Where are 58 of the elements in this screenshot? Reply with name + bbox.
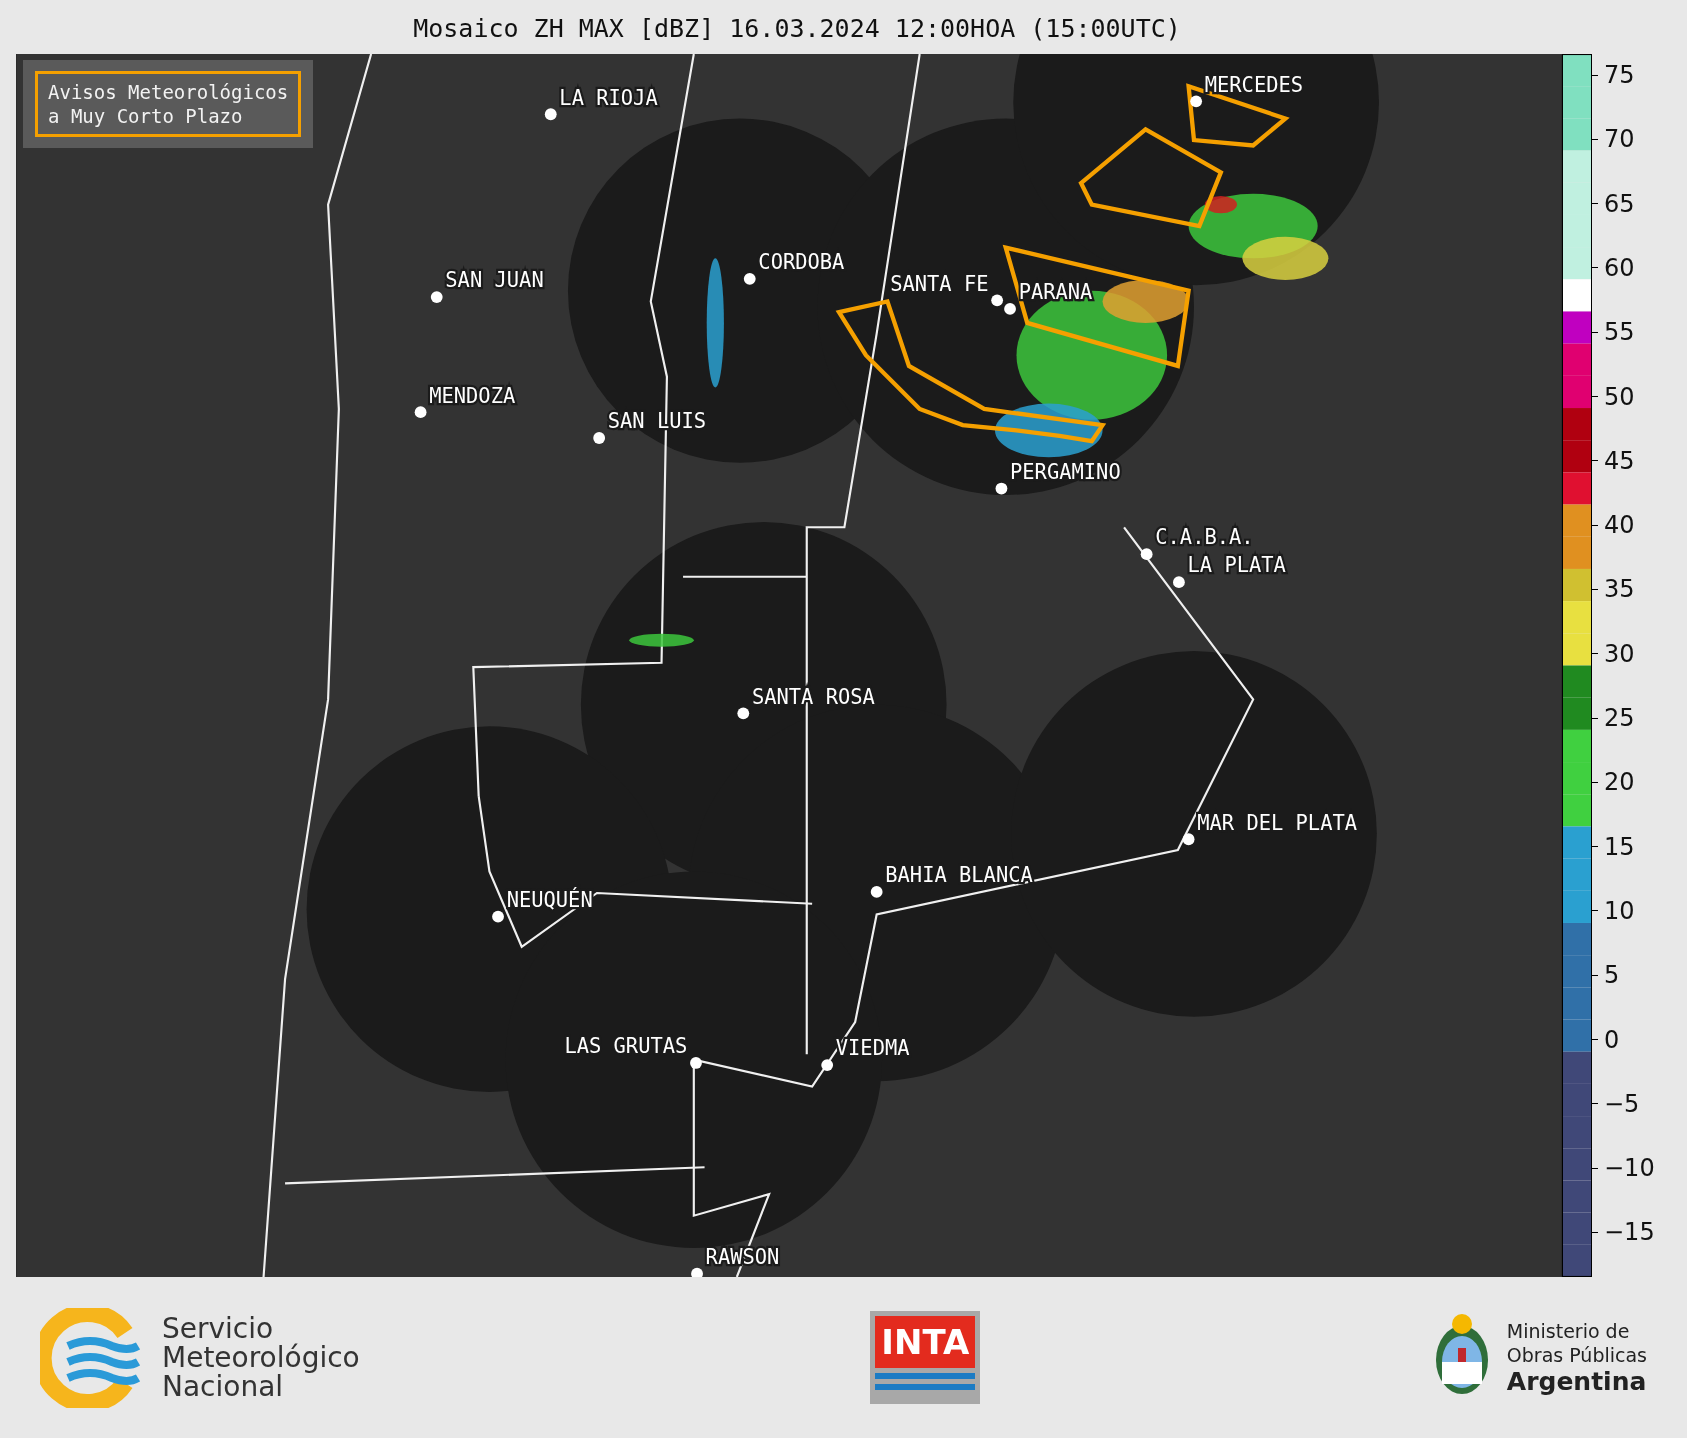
city-dot	[544, 108, 557, 121]
scale-tick-label: 45	[1604, 446, 1635, 475]
agency-name: Servicio Meteorológico Nacional	[162, 1314, 360, 1401]
city-dot	[991, 294, 1004, 307]
scale-tick-label: −10	[1604, 1154, 1655, 1183]
city-label: LA RIOJA	[559, 85, 658, 110]
scale-tick-label: −15	[1604, 1218, 1655, 1247]
city-dot	[593, 432, 606, 444]
scale-tick-label: 20	[1604, 768, 1635, 797]
city-dot	[1190, 95, 1203, 108]
city-dot	[743, 272, 756, 285]
scale-tick-label: 5	[1604, 961, 1620, 990]
city-label: CORDOBA	[758, 250, 845, 275]
map-title: Mosaico ZH MAX [dBZ] 16.03.2024 12:00HOA (15:00UTC)	[412, 13, 1182, 45]
city-dot	[414, 406, 427, 419]
city-dot	[690, 1057, 702, 1069]
city-label: C.A.B.A.	[1155, 525, 1254, 550]
legend-label: Avisos Meteorológicos a Muy Corto Plazo	[35, 71, 302, 137]
city-dot	[1182, 833, 1195, 846]
scale-tick-label: 30	[1604, 639, 1635, 668]
scale-tick-label: 75	[1604, 61, 1635, 89]
city-dot	[737, 707, 750, 720]
city-label: VIEDMA	[835, 1036, 910, 1061]
inta-logo: INTA	[870, 1311, 981, 1404]
scale-tick-label: 65	[1604, 189, 1635, 218]
scale-tick-label: 60	[1604, 253, 1635, 282]
scale-tick-label: 40	[1604, 511, 1635, 540]
city-label: LAS GRUTAS	[564, 1034, 688, 1059]
city-dot	[492, 910, 504, 923]
city-dot	[995, 482, 1008, 495]
scale-tick-label: 15	[1604, 832, 1635, 861]
city-label: SANTA FE	[890, 271, 989, 296]
country-name: Argentina	[1506, 1367, 1647, 1396]
city-label: LA PLATA	[1187, 553, 1286, 578]
city-label: PERGAMINO	[1010, 459, 1121, 484]
radar-echo	[629, 633, 694, 647]
scale-tick-label: 50	[1604, 382, 1635, 411]
city-label: MENDOZA	[429, 383, 516, 408]
scale-tick-label: 35	[1604, 575, 1635, 604]
city-dot	[870, 886, 883, 898]
city-label: MAR DEL PLATA	[1197, 810, 1358, 835]
city-dot	[1140, 548, 1153, 561]
scale-tick-label: 0	[1604, 1025, 1620, 1054]
city-dot	[821, 1059, 834, 1071]
scale-tick-label: −5	[1604, 1089, 1640, 1118]
city-label: BAHIA BLANCA	[885, 863, 1033, 888]
scale-tick-label: 10	[1604, 896, 1635, 925]
city-dot	[1173, 576, 1185, 589]
scale-tick-label: 70	[1604, 125, 1635, 154]
scale-tick-label: 55	[1604, 318, 1635, 347]
city-dot	[430, 291, 443, 303]
city-dot	[1004, 303, 1016, 315]
city-label: PARANA	[1018, 280, 1093, 305]
ministry-name: Ministerio de Obras Públicas	[1506, 1319, 1647, 1367]
city-label: MERCEDES	[1204, 72, 1304, 97]
scale-tick-label: 25	[1604, 704, 1635, 732]
city-label: SAN JUAN	[445, 268, 544, 293]
wave-logo-icon	[40, 1307, 140, 1408]
